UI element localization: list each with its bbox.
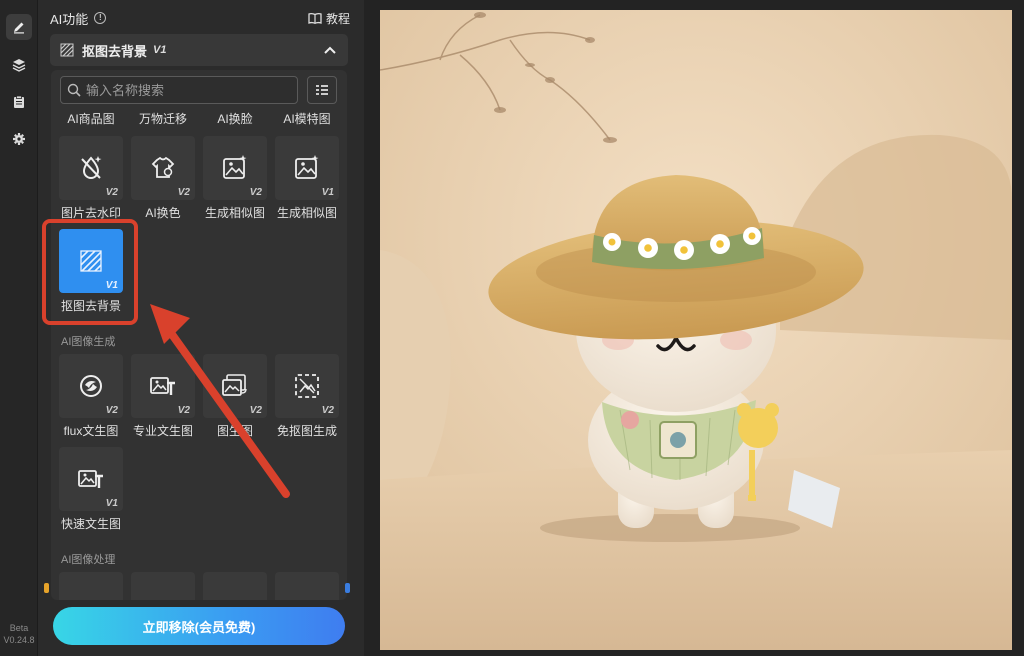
version-badge: V2 — [105, 405, 118, 416]
tile-label-face-swap[interactable]: AI换脸 — [200, 110, 270, 127]
tutorial-label: 教程 — [325, 11, 350, 26]
recolor-shirt-icon — [151, 156, 175, 178]
tool-tile-recolor[interactable]: V2 AI换色 — [131, 136, 195, 221]
group-label-process: AI图像处理 — [61, 554, 116, 566]
tool-tile-similar-v1[interactable]: V1 生成相似图 — [275, 136, 339, 221]
tool-tile-process-4[interactable] — [275, 572, 339, 600]
info-icon[interactable]: ! — [94, 12, 107, 24]
no-cutout-icon — [295, 374, 319, 398]
version-badge: V1 — [105, 498, 118, 509]
search-input[interactable] — [86, 82, 286, 98]
version-badge: V2 — [177, 405, 190, 416]
view-toggle-button[interactable] — [307, 76, 337, 104]
pen-icon[interactable] — [6, 14, 32, 40]
tool-grid: AI商品图 万物迁移 AI换脸 AI模特图 V2 图片去水印 V2 AI换色 V… — [51, 70, 347, 600]
tool-tile-cutout[interactable]: V1 抠图去背景 — [59, 229, 123, 314]
canvas-area — [364, 0, 1024, 656]
watermark-remove-icon — [81, 156, 102, 179]
search-icon — [67, 83, 81, 97]
tile-label: 抠图去背景 — [60, 299, 121, 313]
version-number: V0.24.8 — [3, 635, 35, 645]
canvas-image[interactable] — [380, 10, 1012, 650]
tile-label: 免抠图生成 — [276, 424, 337, 438]
panel-title: AI功能 — [50, 11, 89, 27]
panel-header: AI功能 ! 教程 — [50, 8, 350, 28]
cutout-icon — [60, 43, 74, 57]
chevron-up-icon[interactable] — [324, 46, 336, 54]
version-badge: V2 — [177, 187, 190, 198]
version-badge: V2 — [105, 187, 118, 198]
image-to-image-icon — [222, 374, 247, 396]
tool-tile-img2img[interactable]: V2 图生图 — [203, 354, 267, 439]
tool-tile-process-2[interactable] — [131, 572, 195, 600]
tile-label-transfer[interactable]: 万物迁移 — [128, 110, 198, 127]
section-header[interactable]: 抠图去背景 V1 — [50, 34, 348, 66]
gear-icon[interactable] — [6, 126, 32, 152]
tool-tile-watermark[interactable]: V2 图片去水印 — [59, 136, 123, 221]
tool-tile-similar-v2[interactable]: V2 生成相似图 — [203, 136, 267, 221]
text-to-image-icon — [150, 377, 175, 395]
tool-rail: Beta V0.24.8 — [0, 0, 38, 656]
side-marker-left — [44, 583, 49, 593]
plush-bear-photo — [380, 10, 1012, 650]
tile-label: 生成相似图 — [276, 206, 337, 220]
tool-tile-process-3[interactable] — [203, 572, 267, 600]
side-marker-right — [345, 583, 350, 593]
version-badge: V2 — [249, 405, 262, 416]
tile-label: 快速文生图 — [60, 517, 121, 531]
ai-features-panel: AI功能 ! 教程 抠图去背景 V1 AI商品图 万物迁移 AI换脸 AI模特图 — [39, 0, 363, 656]
layers-icon[interactable] — [6, 52, 32, 78]
version-badge: V2 — [249, 187, 262, 198]
tool-tile-flux[interactable]: V2 flux文生图 — [59, 354, 123, 439]
tile-label-ai-product[interactable]: AI商品图 — [56, 110, 126, 127]
group-label-generate: AI图像生成 — [61, 336, 116, 348]
text-to-image-icon — [78, 470, 103, 488]
similar-image-icon — [223, 155, 247, 179]
search-box[interactable] — [60, 76, 298, 104]
cutout-icon — [80, 250, 102, 272]
version-badge: V1 — [105, 280, 118, 291]
tool-tile-process-1[interactable] — [59, 572, 123, 600]
similar-image-icon — [295, 155, 319, 179]
tool-tile-fast-text2img[interactable]: V1 快速文生图 — [59, 447, 123, 532]
version-beta: Beta — [9, 623, 29, 633]
section-version: V1 — [153, 44, 167, 56]
clipboard-icon[interactable] — [6, 89, 32, 115]
list-view-icon — [316, 85, 328, 95]
tutorial-link[interactable]: 教程 — [308, 10, 350, 27]
tile-label-model[interactable]: AI模特图 — [272, 110, 342, 127]
tool-tile-no-cutout[interactable]: V2 免抠图生成 — [275, 354, 339, 439]
section-title: 抠图去背景 — [82, 43, 148, 59]
version-badge: V2 — [321, 405, 334, 416]
flux-icon — [80, 375, 102, 397]
tool-tile-pro-text2img[interactable]: V2 专业文生图 — [131, 354, 195, 439]
remove-now-button[interactable]: 立即移除(会员免费) — [53, 607, 345, 645]
version-badge: V1 — [321, 187, 334, 198]
book-icon — [308, 12, 322, 24]
